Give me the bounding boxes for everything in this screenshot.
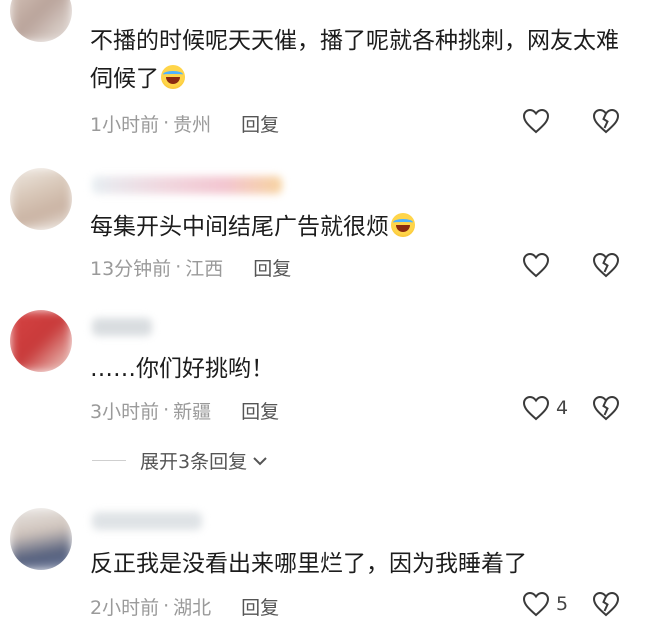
comment-actions	[506, 108, 626, 138]
comment-meta: 3小时前 · 新疆 回复	[90, 395, 279, 425]
avatar[interactable]	[10, 310, 72, 372]
like-count: 5	[556, 593, 569, 615]
expand-replies-label: 展开3条回复	[140, 451, 248, 473]
comment-text: 每集开头中间结尾广告就很烦	[90, 208, 630, 246]
like-button[interactable]: 4	[522, 395, 568, 421]
username-blurred[interactable]	[92, 512, 202, 530]
comment-text: ……你们好挑哟！	[90, 356, 274, 382]
dislike-button[interactable]	[592, 108, 620, 134]
dislike-button[interactable]	[592, 591, 620, 617]
comment-location: 贵州	[173, 113, 212, 136]
meta-separator: ·	[175, 256, 182, 278]
dislike-button[interactable]	[592, 252, 620, 278]
like-count: 4	[556, 397, 569, 419]
broken-heart-icon	[592, 591, 620, 617]
meta-separator: ·	[163, 112, 170, 134]
like-button[interactable]: 5	[522, 591, 568, 617]
comment-meta: 13分钟前 · 江西 回复	[90, 252, 291, 282]
username-blurred[interactable]	[92, 176, 282, 194]
comment-text: 不播的时候呢天天催，播了呢就各种挑刺，网友太难伺候了	[90, 28, 619, 92]
meta-separator: ·	[163, 595, 170, 617]
meta-separator: ·	[163, 399, 170, 421]
laughing-crying-emoji-icon	[391, 213, 415, 237]
avatar[interactable]	[10, 0, 72, 42]
reply-button[interactable]: 回复	[241, 397, 279, 424]
reply-button[interactable]: 回复	[241, 110, 279, 137]
laughing-crying-emoji-icon	[161, 65, 185, 89]
comment-time: 1小时前	[90, 113, 160, 136]
like-button[interactable]	[522, 252, 556, 278]
comment-time: 2小时前	[90, 596, 160, 619]
comment-meta: 1小时前 · 贵州 回复	[90, 108, 279, 138]
broken-heart-icon	[592, 108, 620, 134]
username-blurred[interactable]	[92, 318, 152, 336]
like-button[interactable]	[522, 108, 556, 134]
heart-outline-icon	[522, 108, 550, 134]
comment-location: 江西	[185, 257, 224, 280]
expand-replies-button[interactable]: 展开3条回复	[92, 447, 269, 474]
comment-actions: 4	[506, 395, 626, 425]
comment-actions	[506, 252, 626, 282]
divider-line	[92, 460, 126, 461]
heart-outline-icon	[522, 252, 550, 278]
heart-outline-icon	[522, 395, 550, 421]
heart-outline-icon	[522, 591, 550, 617]
dislike-button[interactable]	[592, 395, 620, 421]
comment-actions: 5	[506, 591, 626, 621]
broken-heart-icon	[592, 252, 620, 278]
comment-time: 13分钟前	[90, 257, 172, 280]
avatar[interactable]	[10, 168, 72, 230]
comment-location: 湖北	[173, 596, 212, 619]
reply-button[interactable]: 回复	[253, 254, 291, 281]
comment-text: 反正我是没看出来哪里烂了，因为我睡着了	[90, 551, 527, 577]
comment-meta: 2小时前 · 湖北 回复	[90, 591, 279, 621]
chevron-down-icon	[253, 456, 267, 465]
comment-time: 3小时前	[90, 400, 160, 423]
broken-heart-icon	[592, 395, 620, 421]
avatar[interactable]	[10, 508, 72, 570]
reply-button[interactable]: 回复	[241, 593, 279, 620]
comment-location: 新疆	[173, 400, 212, 423]
